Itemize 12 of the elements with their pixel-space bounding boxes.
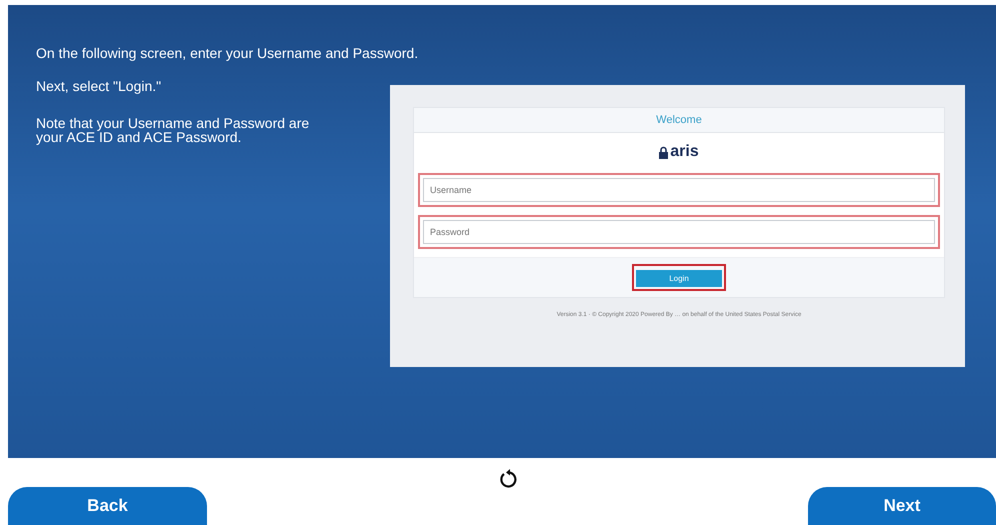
next-button[interactable]: Next (808, 487, 996, 525)
instruction-text: On the following screen, enter your Username and Password. (36, 45, 418, 61)
back-button[interactable]: Back (8, 487, 207, 525)
text-field[interactable]: Password (423, 220, 935, 244)
welcome-header: Welcome (414, 108, 944, 133)
login-button[interactable]: Login (636, 270, 722, 287)
padlock-icon (659, 146, 668, 158)
instruction-text: Next, select "Login." (36, 79, 162, 94)
instruction-text: Note that your Username and Password are your ACE ID and ACE Password. (36, 116, 310, 146)
text-field[interactable]: Username (423, 178, 935, 202)
replay-icon[interactable] (499, 468, 517, 488)
logo-text: aris (670, 143, 699, 161)
